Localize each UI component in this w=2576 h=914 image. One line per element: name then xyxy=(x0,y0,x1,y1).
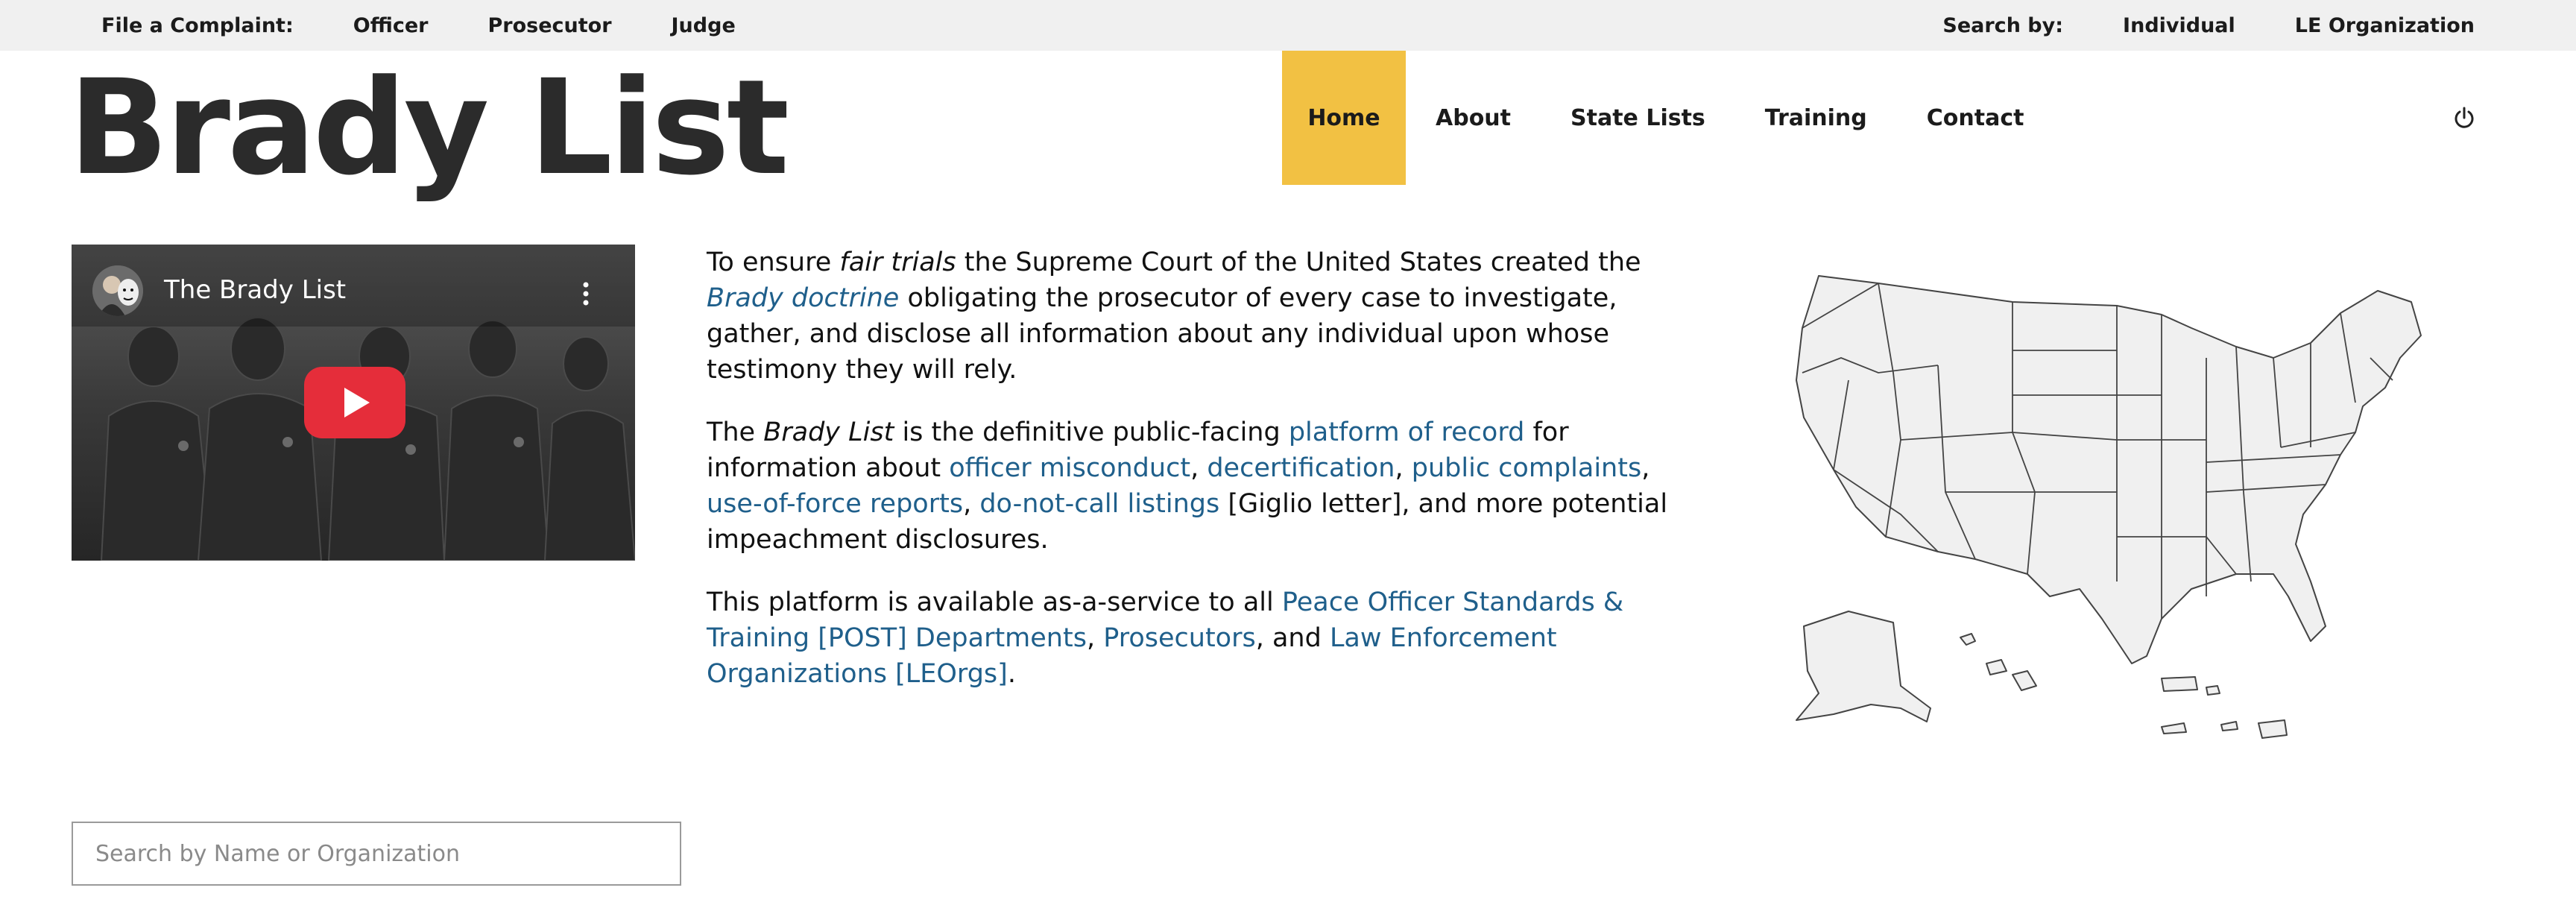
nav-contact[interactable]: Contact xyxy=(1897,51,2054,185)
top-utility-bar: File a Complaint: Officer Prosecutor Jud… xyxy=(0,0,2576,51)
video-embed[interactable]: The Brady List xyxy=(72,245,635,561)
main-nav: Home About State Lists Training Contact xyxy=(1282,51,2053,185)
intro-text: To ensure fair trials the Supreme Court … xyxy=(707,245,1668,719)
complaint-prosecutor-link[interactable]: Prosecutor xyxy=(487,14,611,37)
complaint-officer-link[interactable]: Officer xyxy=(353,14,429,37)
nav-home[interactable]: Home xyxy=(1282,51,1406,185)
power-icon[interactable] xyxy=(2452,106,2476,130)
platform-of-record-link[interactable]: platform of record xyxy=(1289,417,1525,447)
video-title[interactable]: The Brady List xyxy=(164,271,346,309)
decertification-link[interactable]: decertification xyxy=(1207,453,1395,483)
youtube-play-icon[interactable] xyxy=(304,367,405,438)
us-states-map[interactable] xyxy=(1789,268,2460,753)
nav-training[interactable]: Training xyxy=(1735,51,1897,185)
complaint-label: File a Complaint: xyxy=(101,13,294,37)
prosecutors-link[interactable]: Prosecutors xyxy=(1103,623,1255,653)
nav-state-lists[interactable]: State Lists xyxy=(1541,51,1735,185)
intro-paragraph-1: To ensure fair trials the Supreme Court … xyxy=(707,248,1641,385)
complaint-judge-link[interactable]: Judge xyxy=(672,14,736,37)
intro-paragraph-2: The Brady List is the definitive public-… xyxy=(707,417,1668,555)
intro-paragraph-3: This platform is available as-a-service … xyxy=(707,587,1624,689)
search-le-organization-link[interactable]: LE Organization xyxy=(2295,14,2475,37)
nav-about[interactable]: About xyxy=(1406,51,1541,185)
officer-misconduct-link[interactable]: officer misconduct xyxy=(949,453,1190,483)
do-not-call-listings-link[interactable]: do-not-call listings xyxy=(979,489,1219,519)
search-by-label: Search by: xyxy=(1942,13,2064,37)
complaint-links: File a Complaint: Officer Prosecutor Jud… xyxy=(101,0,736,51)
public-complaints-link[interactable]: public complaints xyxy=(1412,453,1641,483)
search-by-links: Search by: Individual LE Organization xyxy=(1942,0,2475,51)
use-of-force-reports-link[interactable]: use-of-force reports xyxy=(707,489,963,519)
channel-avatar[interactable] xyxy=(92,265,143,316)
search-individual-link[interactable]: Individual xyxy=(2123,14,2235,37)
brady-doctrine-link[interactable]: Brady doctrine xyxy=(707,283,899,313)
more-vertical-icon[interactable] xyxy=(581,282,590,306)
site-logo[interactable]: Brady List xyxy=(69,54,789,203)
search-input[interactable] xyxy=(72,822,681,886)
